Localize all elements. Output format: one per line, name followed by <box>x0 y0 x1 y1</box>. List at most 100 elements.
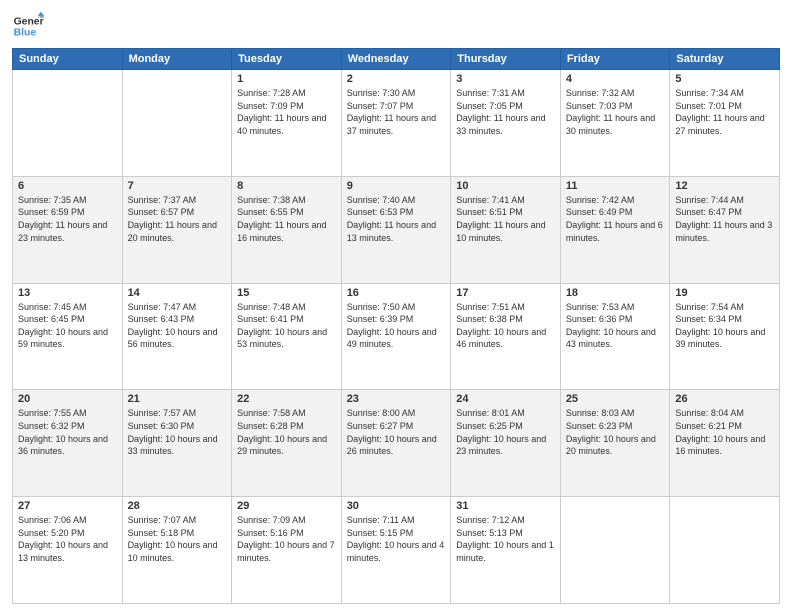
day-detail: Sunrise: 7:53 AM Sunset: 6:36 PM Dayligh… <box>566 301 665 351</box>
day-detail: Sunrise: 7:30 AM Sunset: 7:07 PM Dayligh… <box>347 87 446 137</box>
week-row-4: 27 Sunrise: 7:06 AM Sunset: 5:20 PM Dayli… <box>13 497 780 604</box>
calendar-cell: 16 Sunrise: 7:50 AM Sunset: 6:39 PM Dayli… <box>341 283 451 390</box>
day-number: 12 <box>675 180 774 192</box>
calendar-cell: 15 Sunrise: 7:48 AM Sunset: 6:41 PM Dayli… <box>232 283 342 390</box>
day-number: 28 <box>128 500 227 512</box>
day-header-saturday: Saturday <box>670 49 780 70</box>
day-detail: Sunrise: 7:45 AM Sunset: 6:45 PM Dayligh… <box>18 301 117 351</box>
day-number: 23 <box>347 393 446 405</box>
day-detail: Sunrise: 7:42 AM Sunset: 6:49 PM Dayligh… <box>566 194 665 244</box>
calendar-cell: 22 Sunrise: 7:58 AM Sunset: 6:28 PM Dayli… <box>232 390 342 497</box>
day-number: 4 <box>566 73 665 85</box>
day-number: 19 <box>675 287 774 299</box>
day-number: 29 <box>237 500 336 512</box>
calendar-cell: 6Sunrise: 7:35 AM Sunset: 6:59 PM Daylig… <box>13 176 123 283</box>
day-detail: Sunrise: 7:31 AM Sunset: 7:05 PM Dayligh… <box>456 87 555 137</box>
calendar-cell: 23 Sunrise: 8:00 AM Sunset: 6:27 PM Dayli… <box>341 390 451 497</box>
day-detail: Sunrise: 7:51 AM Sunset: 6:38 PM Dayligh… <box>456 301 555 351</box>
page: General Blue SundayMondayTuesdayWednesda… <box>0 0 792 612</box>
logo-icon: General Blue <box>12 10 44 42</box>
day-number: 16 <box>347 287 446 299</box>
day-detail: Sunrise: 7:37 AM Sunset: 6:57 PM Dayligh… <box>128 194 227 244</box>
header-row: SundayMondayTuesdayWednesdayThursdayFrid… <box>13 49 780 70</box>
calendar-cell <box>670 497 780 604</box>
day-number: 1 <box>237 73 336 85</box>
day-number: 14 <box>128 287 227 299</box>
day-number: 20 <box>18 393 117 405</box>
day-number: 17 <box>456 287 555 299</box>
calendar-cell <box>560 497 670 604</box>
day-number: 3 <box>456 73 555 85</box>
day-number: 18 <box>566 287 665 299</box>
calendar-table: SundayMondayTuesdayWednesdayThursdayFrid… <box>12 48 780 604</box>
calendar-cell: 18 Sunrise: 7:53 AM Sunset: 6:36 PM Dayli… <box>560 283 670 390</box>
svg-text:General: General <box>14 16 44 27</box>
day-detail: Sunrise: 8:03 AM Sunset: 6:23 PM Dayligh… <box>566 407 665 457</box>
calendar-cell: 7 Sunrise: 7:37 AM Sunset: 6:57 PM Daylig… <box>122 176 232 283</box>
day-number: 15 <box>237 287 336 299</box>
calendar-cell: 11Sunrise: 7:42 AM Sunset: 6:49 PM Dayli… <box>560 176 670 283</box>
day-detail: Sunrise: 7:07 AM Sunset: 5:18 PM Dayligh… <box>128 514 227 564</box>
day-detail: Sunrise: 7:28 AM Sunset: 7:09 PM Dayligh… <box>237 87 336 137</box>
calendar-cell: 10Sunrise: 7:41 AM Sunset: 6:51 PM Dayli… <box>451 176 561 283</box>
day-detail: Sunrise: 7:32 AM Sunset: 7:03 PM Dayligh… <box>566 87 665 137</box>
calendar-cell <box>122 70 232 177</box>
day-detail: Sunrise: 7:48 AM Sunset: 6:41 PM Dayligh… <box>237 301 336 351</box>
calendar-cell: 3 Sunrise: 7:31 AM Sunset: 7:05 PM Daylig… <box>451 70 561 177</box>
day-number: 2 <box>347 73 446 85</box>
day-detail: Sunrise: 7:06 AM Sunset: 5:20 PM Dayligh… <box>18 514 117 564</box>
calendar-cell: 13 Sunrise: 7:45 AM Sunset: 6:45 PM Dayli… <box>13 283 123 390</box>
day-header-monday: Monday <box>122 49 232 70</box>
calendar-cell: 12 Sunrise: 7:44 AM Sunset: 6:47 PM Dayli… <box>670 176 780 283</box>
header: General Blue <box>12 10 780 42</box>
day-number: 24 <box>456 393 555 405</box>
day-detail: Sunrise: 7:50 AM Sunset: 6:39 PM Dayligh… <box>347 301 446 351</box>
day-detail: Sunrise: 8:00 AM Sunset: 6:27 PM Dayligh… <box>347 407 446 457</box>
calendar-cell: 17 Sunrise: 7:51 AM Sunset: 6:38 PM Dayli… <box>451 283 561 390</box>
day-detail: Sunrise: 7:11 AM Sunset: 5:15 PM Dayligh… <box>347 514 446 564</box>
day-detail: Sunrise: 7:55 AM Sunset: 6:32 PM Dayligh… <box>18 407 117 457</box>
day-number: 27 <box>18 500 117 512</box>
day-number: 21 <box>128 393 227 405</box>
day-detail: Sunrise: 7:09 AM Sunset: 5:16 PM Dayligh… <box>237 514 336 564</box>
day-number: 8 <box>237 180 336 192</box>
calendar-cell: 24Sunrise: 8:01 AM Sunset: 6:25 PM Dayli… <box>451 390 561 497</box>
day-number: 31 <box>456 500 555 512</box>
calendar-cell: 8 Sunrise: 7:38 AM Sunset: 6:55 PM Daylig… <box>232 176 342 283</box>
day-detail: Sunrise: 7:38 AM Sunset: 6:55 PM Dayligh… <box>237 194 336 244</box>
day-header-sunday: Sunday <box>13 49 123 70</box>
day-detail: Sunrise: 7:40 AM Sunset: 6:53 PM Dayligh… <box>347 194 446 244</box>
day-detail: Sunrise: 8:04 AM Sunset: 6:21 PM Dayligh… <box>675 407 774 457</box>
week-row-2: 13 Sunrise: 7:45 AM Sunset: 6:45 PM Dayli… <box>13 283 780 390</box>
day-detail: Sunrise: 7:44 AM Sunset: 6:47 PM Dayligh… <box>675 194 774 244</box>
week-row-3: 20 Sunrise: 7:55 AM Sunset: 6:32 PM Dayli… <box>13 390 780 497</box>
calendar-cell: 27 Sunrise: 7:06 AM Sunset: 5:20 PM Dayli… <box>13 497 123 604</box>
day-number: 30 <box>347 500 446 512</box>
calendar-cell: 30 Sunrise: 7:11 AM Sunset: 5:15 PM Dayli… <box>341 497 451 604</box>
day-number: 25 <box>566 393 665 405</box>
day-detail: Sunrise: 7:34 AM Sunset: 7:01 PM Dayligh… <box>675 87 774 137</box>
calendar-cell: 31 Sunrise: 7:12 AM Sunset: 5:13 PM Dayli… <box>451 497 561 604</box>
calendar-cell: 29 Sunrise: 7:09 AM Sunset: 5:16 PM Dayli… <box>232 497 342 604</box>
day-number: 13 <box>18 287 117 299</box>
day-detail: Sunrise: 7:35 AM Sunset: 6:59 PM Dayligh… <box>18 194 117 244</box>
day-number: 7 <box>128 180 227 192</box>
day-detail: Sunrise: 7:54 AM Sunset: 6:34 PM Dayligh… <box>675 301 774 351</box>
calendar-cell: 20 Sunrise: 7:55 AM Sunset: 6:32 PM Dayli… <box>13 390 123 497</box>
calendar-cell: 21Sunrise: 7:57 AM Sunset: 6:30 PM Dayli… <box>122 390 232 497</box>
day-header-friday: Friday <box>560 49 670 70</box>
svg-text:Blue: Blue <box>14 28 37 39</box>
day-number: 10 <box>456 180 555 192</box>
day-number: 22 <box>237 393 336 405</box>
calendar-cell: 14Sunrise: 7:47 AM Sunset: 6:43 PM Dayli… <box>122 283 232 390</box>
calendar-cell: 4 Sunrise: 7:32 AM Sunset: 7:03 PM Daylig… <box>560 70 670 177</box>
calendar-cell: 19 Sunrise: 7:54 AM Sunset: 6:34 PM Dayli… <box>670 283 780 390</box>
calendar-cell: 5Sunrise: 7:34 AM Sunset: 7:01 PM Daylig… <box>670 70 780 177</box>
day-header-thursday: Thursday <box>451 49 561 70</box>
day-header-wednesday: Wednesday <box>341 49 451 70</box>
logo: General Blue <box>12 10 48 42</box>
calendar-cell: 9Sunrise: 7:40 AM Sunset: 6:53 PM Daylig… <box>341 176 451 283</box>
calendar-cell: 28 Sunrise: 7:07 AM Sunset: 5:18 PM Dayli… <box>122 497 232 604</box>
day-detail: Sunrise: 7:12 AM Sunset: 5:13 PM Dayligh… <box>456 514 555 564</box>
day-detail: Sunrise: 7:58 AM Sunset: 6:28 PM Dayligh… <box>237 407 336 457</box>
